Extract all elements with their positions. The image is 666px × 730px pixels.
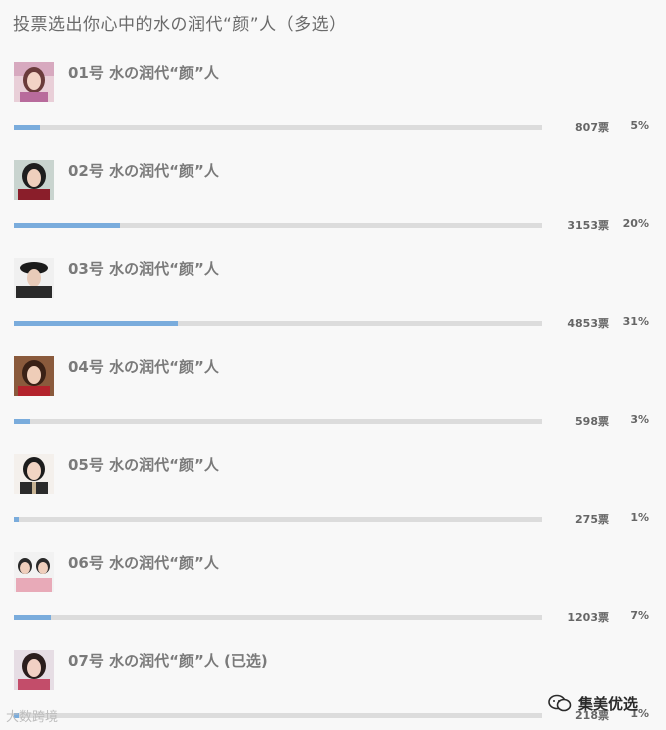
poll-option[interactable]: 06号 水の润代“颜”人 1203票 7%	[0, 552, 666, 650]
option-label: 02号 水の润代“颜”人	[68, 162, 219, 180]
option-label: 03号 水の润代“颜”人	[68, 260, 219, 278]
wechat-icon	[548, 694, 572, 712]
watermark-left: 大数跨境	[6, 710, 59, 725]
vote-bar-fill	[14, 419, 30, 424]
watermark-right: 集美优选	[548, 690, 638, 716]
vote-percent: 7%	[630, 609, 649, 622]
vote-bar	[14, 125, 542, 130]
watermark-right-text: 集美优选	[578, 694, 639, 713]
candidate-avatar	[14, 160, 54, 200]
vote-bar	[14, 223, 542, 228]
option-label: 06号 水の润代“颜”人	[68, 554, 219, 572]
vote-percent: 5%	[630, 119, 649, 132]
vote-count: 807票	[575, 121, 609, 134]
vote-count: 4853票	[567, 317, 609, 330]
vote-count: 1203票	[567, 611, 609, 624]
option-label: 04号 水の润代“颜”人	[68, 358, 219, 376]
vote-bar	[14, 321, 542, 326]
candidate-avatar	[14, 650, 54, 690]
option-label: 05号 水の润代“颜”人	[68, 456, 219, 474]
vote-bar	[14, 713, 542, 718]
vote-bar-fill	[14, 223, 120, 228]
poll-option[interactable]: 05号 水の润代“颜”人 275票 1%	[0, 454, 666, 552]
poll-option[interactable]: 02号 水の润代“颜”人 3153票 20%	[0, 160, 666, 258]
candidate-avatar	[14, 356, 54, 396]
vote-bar-fill	[14, 125, 41, 130]
vote-bar-fill	[14, 517, 20, 522]
poll-option[interactable]: 01号 水の润代“颜”人 807票 5%	[0, 62, 666, 160]
vote-count: 3153票	[567, 219, 609, 232]
vote-percent: 3%	[630, 413, 649, 426]
candidate-avatar	[14, 62, 54, 102]
vote-percent: 1%	[630, 511, 649, 524]
vote-bar	[14, 419, 542, 424]
vote-count: 598票	[575, 415, 609, 428]
vote-percent: 31%	[622, 315, 649, 328]
vote-bar-fill	[14, 615, 51, 620]
vote-bar	[14, 517, 542, 522]
candidate-avatar	[14, 258, 54, 298]
option-label: 01号 水の润代“颜”人	[68, 64, 219, 82]
vote-percent: 20%	[622, 217, 649, 230]
poll-title: 投票选出你心中的水の润代“颜”人（多选）	[13, 15, 347, 35]
poll-option[interactable]: 04号 水の润代“颜”人 598票 3%	[0, 356, 666, 454]
vote-bar-fill	[14, 321, 178, 326]
vote-count: 275票	[575, 513, 609, 526]
vote-bar	[14, 615, 542, 620]
option-label: 07号 水の润代“颜”人 (已选)	[68, 652, 268, 670]
poll-page: 投票选出你心中的水の润代“颜”人（多选） 01号 水の润代“颜”人 807票 5…	[0, 0, 666, 730]
candidate-avatar	[14, 454, 54, 494]
poll-option[interactable]: 03号 水の润代“颜”人 4853票 31%	[0, 258, 666, 356]
candidate-avatar	[14, 552, 54, 592]
